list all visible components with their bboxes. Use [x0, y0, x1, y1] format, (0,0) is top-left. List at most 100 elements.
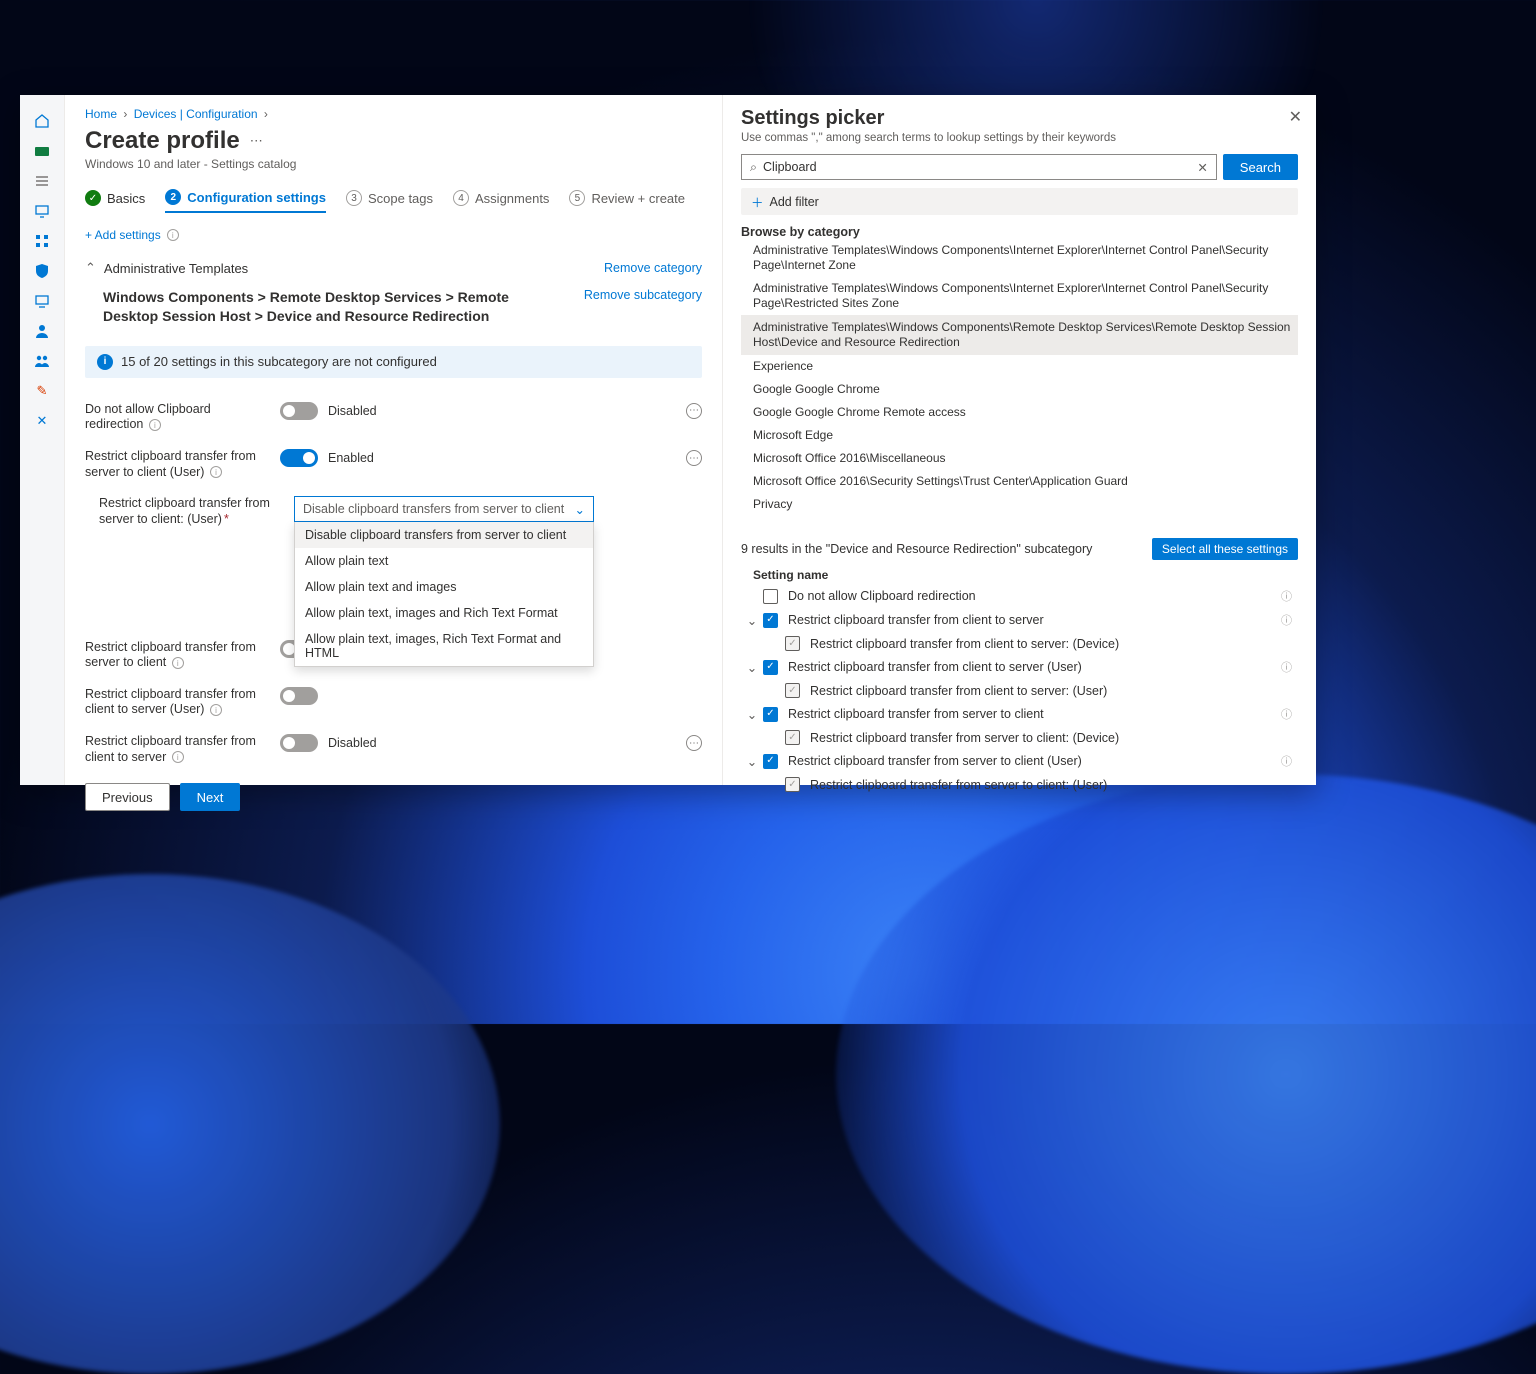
category-item[interactable]: Privacy	[741, 493, 1298, 516]
subcategory-path: Windows Components > Remote Desktop Serv…	[103, 288, 533, 326]
chevron-down-icon[interactable]: ⌄	[741, 707, 763, 722]
info-icon[interactable]: ⓘ	[1281, 588, 1298, 604]
info-icon[interactable]: ⓘ	[1281, 753, 1298, 769]
info-banner: i 15 of 20 settings in this subcategory …	[85, 346, 702, 378]
checkbox[interactable]: ✓	[763, 613, 778, 628]
setting-row-label[interactable]: Restrict clipboard transfer from client …	[788, 613, 1044, 627]
devices-icon[interactable]	[34, 203, 50, 219]
add-settings-link[interactable]: + Add settings i	[85, 228, 702, 242]
category-item-selected[interactable]: Administrative Templates\Windows Compone…	[741, 315, 1298, 355]
tab-configuration[interactable]: 2 Configuration settings	[165, 189, 326, 213]
info-icon[interactable]: i	[172, 751, 184, 763]
setting-row-label: Restrict clipboard transfer from server …	[810, 731, 1119, 745]
toggle-state: Disabled	[328, 404, 377, 418]
section-title: Administrative Templates	[104, 261, 248, 276]
settings-picker-panel: ✕ Settings picker Use commas "," among s…	[722, 95, 1316, 785]
select-option[interactable]: Allow plain text	[295, 548, 593, 574]
row-menu-icon[interactable]: ⋯	[686, 735, 702, 751]
category-item[interactable]: Microsoft Edge	[741, 424, 1298, 447]
crumb-devices[interactable]: Devices | Configuration	[134, 107, 258, 121]
select-option[interactable]: Disable clipboard transfers from server …	[295, 522, 593, 548]
setting-row-label: Restrict clipboard transfer from client …	[810, 684, 1107, 698]
tab-assign-label: Assignments	[475, 191, 549, 206]
info-icon[interactable]: ⓘ	[1281, 706, 1298, 722]
category-item[interactable]: Microsoft Office 2016\Miscellaneous	[741, 447, 1298, 470]
monitor-icon[interactable]	[34, 293, 50, 309]
tab-assignments[interactable]: 4 Assignments	[453, 190, 549, 212]
info-icon[interactable]: ⓘ	[1281, 612, 1298, 628]
tab-review[interactable]: 5 Review + create	[569, 190, 685, 212]
info-icon[interactable]: i	[210, 466, 222, 478]
row-menu-icon[interactable]: ⋯	[686, 403, 702, 419]
checkbox[interactable]: ✓	[763, 707, 778, 722]
troubleshoot-icon[interactable]: ✕	[34, 413, 50, 429]
info-icon: i	[97, 354, 113, 370]
select-all-button[interactable]: Select all these settings	[1152, 538, 1298, 560]
toggle-restrict-c2s[interactable]	[280, 734, 318, 752]
setting-row-label: Restrict clipboard transfer from server …	[810, 778, 1107, 792]
page-title: Create profile	[85, 127, 240, 155]
security-icon[interactable]	[34, 263, 50, 279]
add-filter-button[interactable]: ＋ Add filter	[741, 188, 1298, 215]
category-item[interactable]: Experience	[741, 355, 1298, 378]
select-option[interactable]: Allow plain text, images and Rich Text F…	[295, 600, 593, 626]
close-icon[interactable]: ✕	[1289, 107, 1302, 127]
setting-row-label[interactable]: Restrict clipboard transfer from server …	[788, 707, 1044, 721]
row-menu-icon[interactable]: ⋯	[686, 450, 702, 466]
main-panel: Home › Devices | Configuration › Create …	[65, 95, 722, 785]
setting-label: Restrict clipboard transfer from server …	[85, 449, 256, 479]
setting-row-label: Restrict clipboard transfer from client …	[810, 637, 1119, 651]
category-item[interactable]: Google Google Chrome Remote access	[741, 401, 1298, 424]
home-icon[interactable]	[34, 113, 50, 129]
setting-label: Do not allow Clipboard redirection	[85, 402, 211, 432]
setting-row-label[interactable]: Restrict clipboard transfer from client …	[788, 660, 1082, 674]
grid-icon[interactable]	[34, 233, 50, 249]
category-item[interactable]: Administrative Templates\Windows Compone…	[741, 277, 1298, 315]
toggle-restrict-s2c-user[interactable]	[280, 449, 318, 467]
toggle-clipboard-redir[interactable]	[280, 402, 318, 420]
category-item[interactable]: Administrative Templates\Windows Compone…	[741, 239, 1298, 277]
tenant-icon[interactable]: ✎	[34, 383, 50, 399]
info-icon[interactable]: i	[149, 419, 161, 431]
picker-subtitle: Use commas "," among search terms to loo…	[741, 132, 1298, 144]
tab-review-label: Review + create	[591, 191, 685, 206]
previous-button[interactable]: Previous	[85, 783, 170, 811]
info-icon[interactable]: ⓘ	[1281, 659, 1298, 675]
chevron-down-icon[interactable]: ⌄	[741, 754, 763, 769]
user-icon[interactable]	[34, 323, 50, 339]
select-option[interactable]: Allow plain text and images	[295, 574, 593, 600]
users-icon[interactable]	[34, 353, 50, 369]
info-icon[interactable]: i	[167, 229, 179, 241]
step-badge-5: 5	[569, 190, 585, 206]
category-item[interactable]: Google Google Chrome	[741, 378, 1298, 401]
list-icon[interactable]	[34, 173, 50, 189]
tab-basics-label: Basics	[107, 191, 145, 206]
checkbox[interactable]: ✓	[763, 754, 778, 769]
checkbox[interactable]	[763, 589, 778, 604]
checkbox[interactable]: ✓	[763, 660, 778, 675]
select-option[interactable]: Allow plain text, images, Rich Text Form…	[295, 626, 593, 666]
search-button[interactable]: Search	[1223, 154, 1298, 180]
dashboard-icon[interactable]	[34, 143, 50, 159]
toggle-restrict-c2s-user[interactable]	[280, 687, 318, 705]
next-button[interactable]: Next	[180, 783, 241, 811]
restrict-mode-select[interactable]: Disable clipboard transfers from server …	[294, 496, 594, 522]
tab-scope[interactable]: 3 Scope tags	[346, 190, 433, 212]
info-icon[interactable]: i	[210, 704, 222, 716]
remove-category-link[interactable]: Remove category	[604, 261, 702, 275]
tab-basics[interactable]: ✓ Basics	[85, 190, 145, 212]
search-input[interactable]: ⌕ Clipboard ✕	[741, 154, 1217, 180]
chevron-down-icon[interactable]: ⌄	[741, 660, 763, 675]
setting-row-label[interactable]: Restrict clipboard transfer from server …	[788, 754, 1082, 768]
more-icon[interactable]: ⋯	[250, 133, 263, 149]
results-count: 9 results in the "Device and Resource Re…	[741, 542, 1092, 556]
chevron-down-icon[interactable]: ⌄	[741, 613, 763, 628]
chevron-up-icon[interactable]: ⌃	[85, 260, 96, 276]
setting-row-label[interactable]: Do not allow Clipboard redirection	[788, 589, 976, 603]
remove-subcategory-link[interactable]: Remove subcategory	[584, 288, 702, 302]
clear-icon[interactable]: ✕	[1197, 160, 1207, 175]
info-icon[interactable]: i	[172, 657, 184, 669]
crumb-home[interactable]: Home	[85, 107, 117, 121]
category-item[interactable]: Microsoft Office 2016\Security Settings\…	[741, 470, 1298, 493]
toggle-state: Enabled	[328, 451, 374, 465]
